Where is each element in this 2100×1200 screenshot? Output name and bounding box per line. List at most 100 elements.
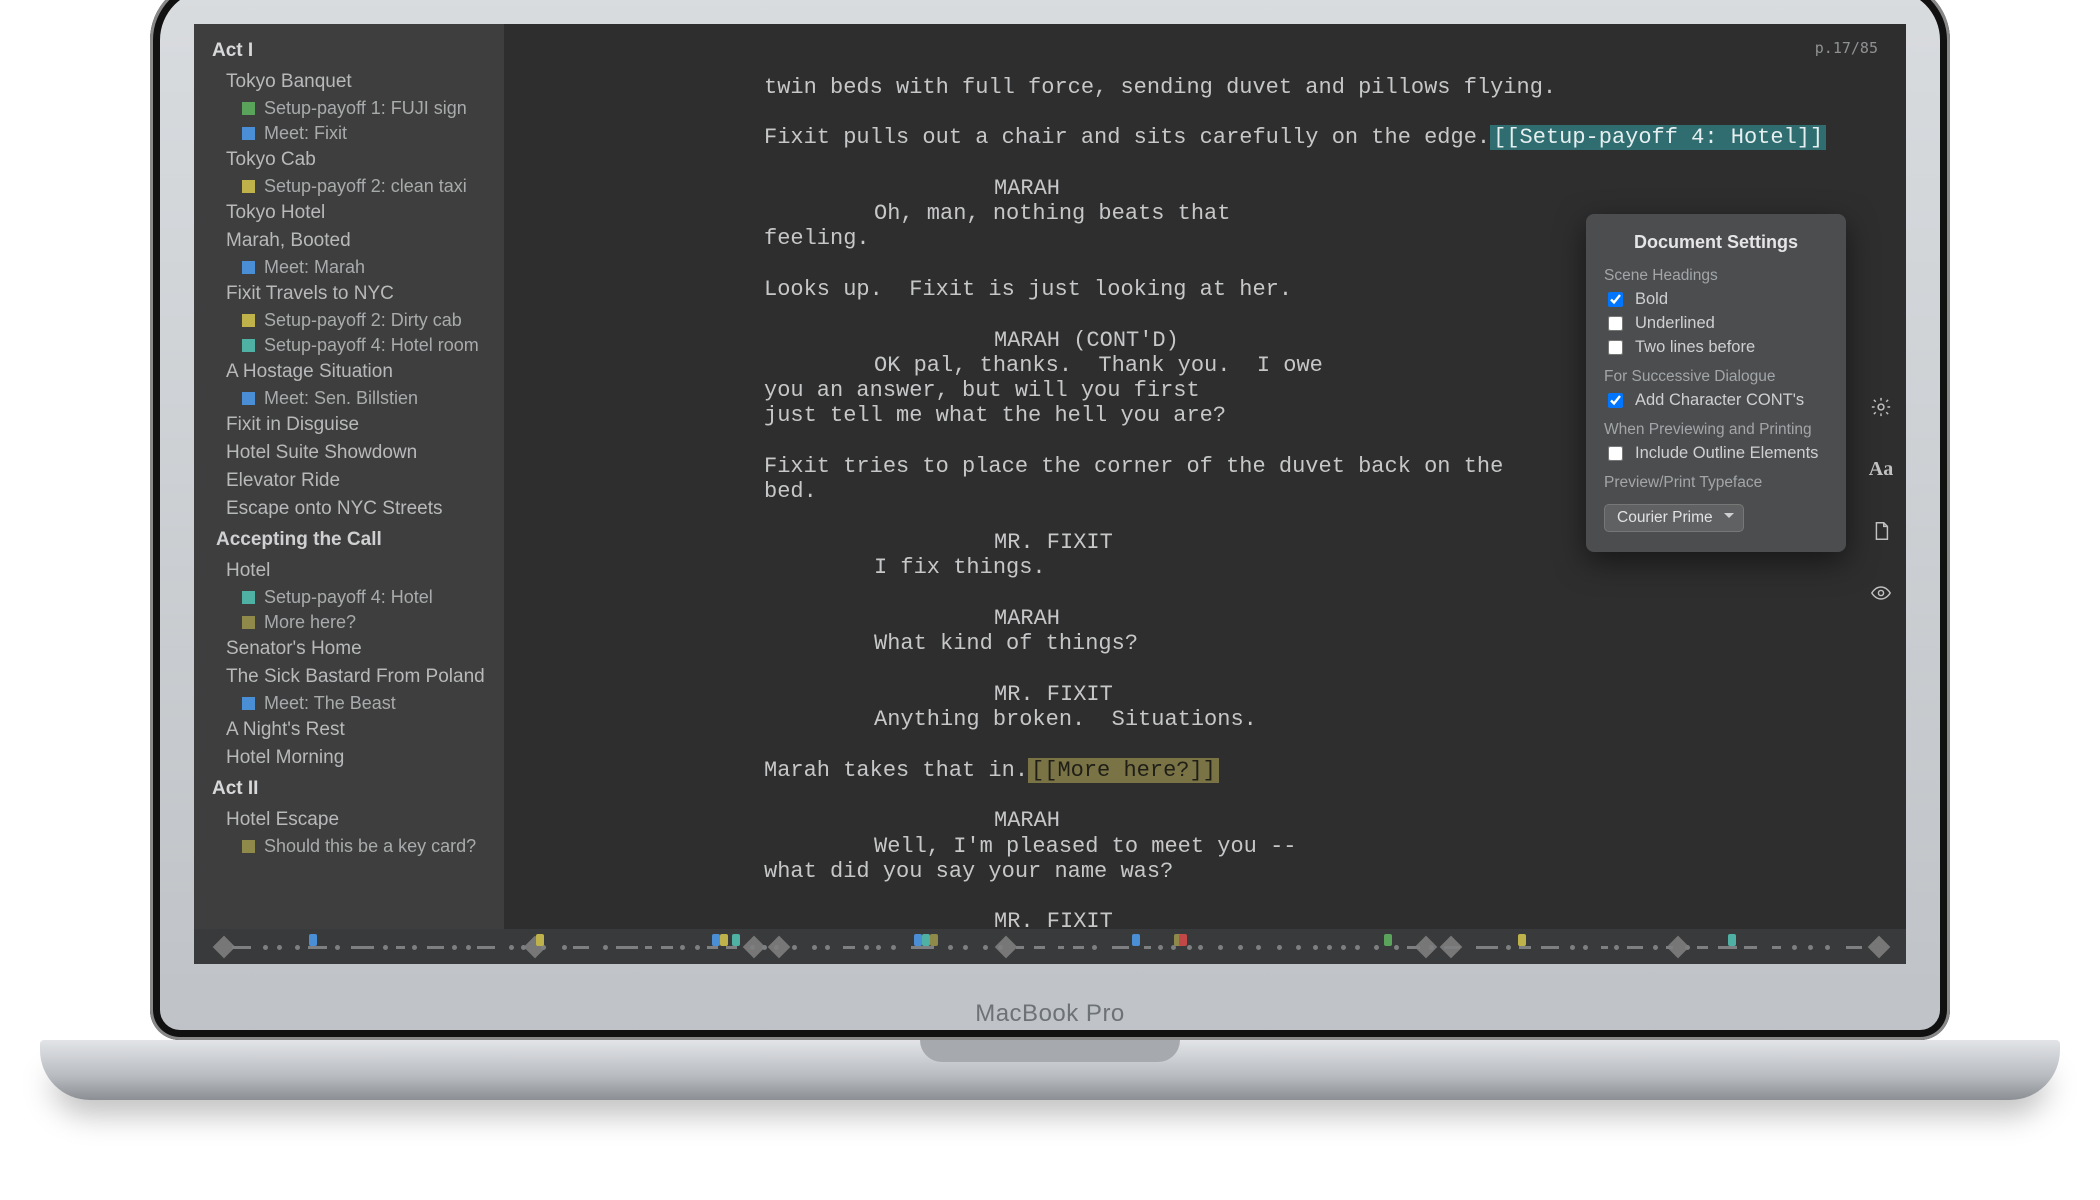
timeline-dot[interactable] bbox=[1825, 945, 1830, 950]
timeline-dash[interactable] bbox=[1601, 946, 1608, 949]
timeline-dash[interactable] bbox=[1034, 946, 1045, 949]
timeline-dash[interactable] bbox=[1772, 946, 1781, 949]
timeline-dot[interactable] bbox=[412, 945, 417, 950]
timeline-marker[interactable] bbox=[922, 934, 930, 946]
outline-note[interactable]: Meet: The Beast bbox=[194, 691, 504, 716]
timeline-dot[interactable] bbox=[521, 945, 526, 950]
timeline-marker[interactable] bbox=[309, 934, 317, 946]
outline-scene[interactable]: Tokyo Cab bbox=[194, 146, 504, 174]
timeline-dash[interactable] bbox=[396, 946, 405, 949]
timeline-dot[interactable] bbox=[1327, 945, 1332, 950]
outline-scene[interactable]: Marah, Booted bbox=[194, 227, 504, 255]
timeline-dot[interactable] bbox=[1685, 945, 1690, 950]
timeline-dot[interactable] bbox=[983, 945, 988, 950]
outline-note[interactable]: Should this be a key card? bbox=[194, 834, 504, 859]
outline-scene[interactable]: Hotel Morning bbox=[194, 744, 504, 772]
timeline-dash[interactable] bbox=[1666, 946, 1673, 949]
timeline-dash[interactable] bbox=[477, 946, 495, 949]
timeline-dash[interactable] bbox=[1444, 946, 1461, 949]
timeline-dot[interactable] bbox=[812, 945, 817, 950]
timeline-dot[interactable] bbox=[452, 945, 457, 950]
timeline-dot[interactable] bbox=[963, 945, 968, 950]
timeline-dot[interactable] bbox=[466, 945, 471, 950]
timeline-dot[interactable] bbox=[876, 945, 881, 950]
checkbox-underlined[interactable]: Underlined bbox=[1604, 313, 1828, 334]
timeline-dot[interactable] bbox=[1583, 945, 1588, 950]
timeline-dash[interactable] bbox=[232, 946, 251, 949]
timeline-dash[interactable] bbox=[351, 946, 374, 949]
timeline-dash[interactable] bbox=[661, 946, 672, 949]
timeline-dot[interactable] bbox=[263, 945, 268, 950]
outline-scene[interactable]: Hotel Suite Showdown bbox=[194, 439, 504, 467]
timeline-dot[interactable] bbox=[383, 945, 388, 950]
outline-scene[interactable]: A Night's Rest bbox=[194, 716, 504, 744]
timeline-dash[interactable] bbox=[1718, 946, 1737, 949]
checkbox-two-lines-input[interactable] bbox=[1608, 340, 1623, 355]
timeline-dot[interactable] bbox=[948, 945, 953, 950]
timeline-dot[interactable] bbox=[680, 945, 685, 950]
timeline-bar[interactable] bbox=[194, 929, 1906, 964]
timeline-dash[interactable] bbox=[1519, 946, 1532, 949]
gear-icon[interactable] bbox=[1868, 394, 1894, 420]
timeline-dot[interactable] bbox=[1092, 945, 1097, 950]
outline-scene[interactable]: Elevator Ride bbox=[194, 467, 504, 495]
timeline-diamond[interactable] bbox=[1868, 936, 1891, 959]
timeline-dot[interactable] bbox=[1374, 945, 1379, 950]
checkbox-two-lines[interactable]: Two lines before bbox=[1604, 337, 1828, 358]
timeline-track[interactable] bbox=[208, 937, 1892, 957]
timeline-dot[interactable] bbox=[750, 945, 755, 950]
outline-section[interactable]: Accepting the Call bbox=[194, 523, 504, 557]
inline-note-setup-payoff[interactable]: [[Setup-payoff 4: Hotel]] bbox=[1490, 125, 1826, 150]
timeline-dash[interactable] bbox=[843, 946, 854, 949]
page-icon[interactable] bbox=[1868, 518, 1894, 544]
timeline-marker[interactable] bbox=[1728, 934, 1736, 946]
checkbox-contd-input[interactable] bbox=[1608, 393, 1623, 408]
timeline-dot[interactable] bbox=[1158, 945, 1163, 950]
timeline-dot[interactable] bbox=[695, 945, 700, 950]
outline-scene[interactable]: The Sick Bastard From Poland bbox=[194, 663, 504, 691]
timeline-dot[interactable] bbox=[603, 945, 608, 950]
outline-scene[interactable]: Senator's Home bbox=[194, 635, 504, 663]
outline-scene[interactable]: Fixit in Disguise bbox=[194, 411, 504, 439]
timeline-dash[interactable] bbox=[616, 946, 638, 949]
timeline-dash[interactable] bbox=[573, 946, 589, 949]
timeline-marker[interactable] bbox=[720, 934, 728, 946]
checkbox-contd[interactable]: Add Character CONT's bbox=[1604, 390, 1828, 411]
timeline-dot[interactable] bbox=[1238, 945, 1243, 950]
outline-scene[interactable]: Tokyo Banquet bbox=[194, 68, 504, 96]
timeline-marker[interactable] bbox=[1384, 934, 1392, 946]
timeline-dash[interactable] bbox=[1407, 946, 1420, 949]
timeline-dot[interactable] bbox=[1218, 945, 1223, 950]
timeline-dot[interactable] bbox=[864, 945, 869, 950]
timeline-dot[interactable] bbox=[277, 945, 282, 950]
timeline-dash[interactable] bbox=[1541, 946, 1559, 949]
outline-scene[interactable]: A Hostage Situation bbox=[194, 358, 504, 386]
outline-note[interactable]: Setup-payoff 1: FUJI sign bbox=[194, 96, 504, 121]
timeline-dot[interactable] bbox=[1256, 945, 1261, 950]
timeline-dot[interactable] bbox=[792, 945, 797, 950]
outline-note[interactable]: Setup-payoff 4: Hotel bbox=[194, 585, 504, 610]
timeline-marker[interactable] bbox=[914, 934, 922, 946]
timeline-dash[interactable] bbox=[1112, 946, 1129, 949]
outline-act[interactable]: Act I bbox=[194, 34, 504, 68]
timeline-dash[interactable] bbox=[1073, 946, 1084, 949]
timeline-dot[interactable] bbox=[1614, 945, 1619, 950]
checkbox-underlined-input[interactable] bbox=[1608, 316, 1623, 331]
timeline-dot[interactable] bbox=[1313, 945, 1318, 950]
timeline-dash[interactable] bbox=[308, 946, 327, 949]
timeline-dot[interactable] bbox=[825, 945, 830, 950]
outline-note[interactable]: More here? bbox=[194, 610, 504, 635]
timeline-marker[interactable] bbox=[712, 934, 720, 946]
timeline-dash[interactable] bbox=[911, 946, 934, 949]
timeline-dot[interactable] bbox=[1570, 945, 1575, 950]
outline-note[interactable]: Setup-payoff 4: Hotel room bbox=[194, 333, 504, 358]
inline-note-more-here[interactable]: [[More here?]] bbox=[1028, 758, 1219, 783]
timeline-dot[interactable] bbox=[1187, 945, 1192, 950]
timeline-dash[interactable] bbox=[1476, 946, 1498, 949]
timeline-dash[interactable] bbox=[707, 946, 717, 949]
checkbox-include-outline[interactable]: Include Outline Elements bbox=[1604, 443, 1828, 464]
outline-note[interactable]: Meet: Fixit bbox=[194, 121, 504, 146]
timeline-dash[interactable] bbox=[1627, 946, 1644, 949]
timeline-marker[interactable] bbox=[536, 934, 544, 946]
timeline-dot[interactable] bbox=[1277, 945, 1282, 950]
